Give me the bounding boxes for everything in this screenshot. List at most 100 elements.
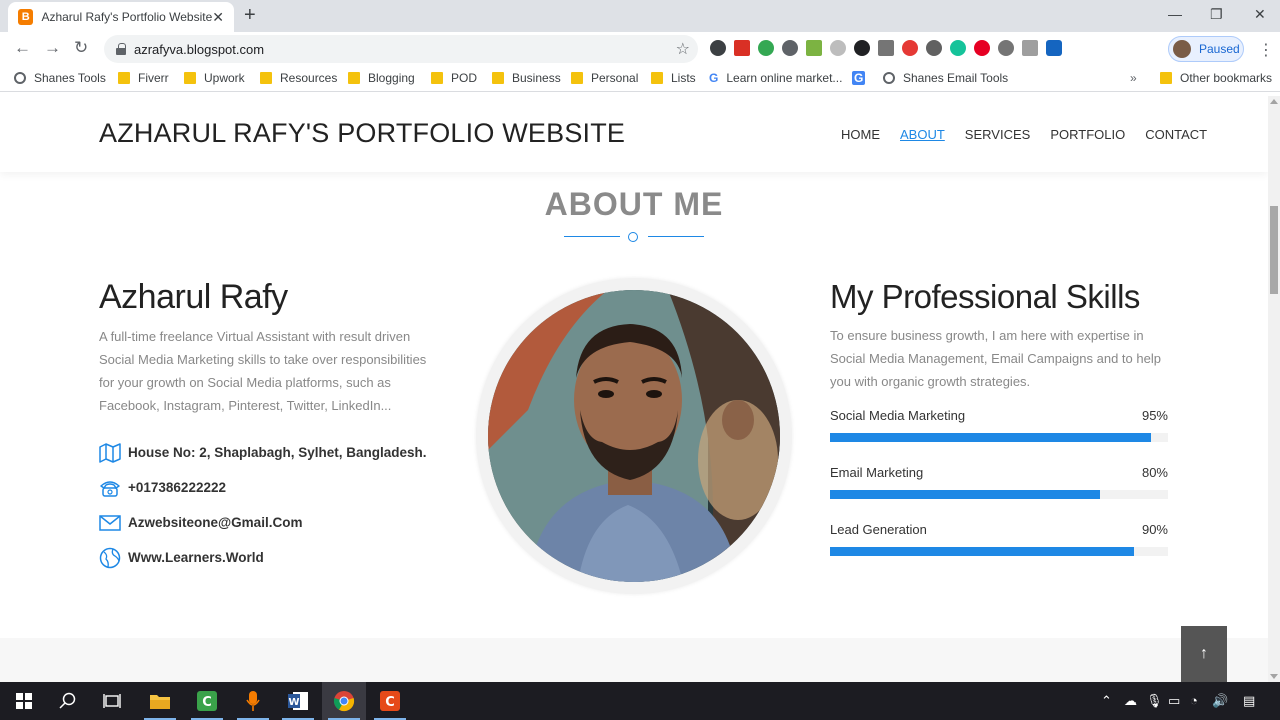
contact-address: House No: 2, Shaplabagh, Sylhet, Banglad… xyxy=(99,435,439,470)
tab-close-icon[interactable]: ✕ xyxy=(212,9,224,26)
extension-link-icon[interactable] xyxy=(710,40,726,56)
skill-name: Social Media Marketing xyxy=(830,408,966,423)
microphone-app-icon[interactable] xyxy=(231,682,275,720)
svg-text:C: C xyxy=(385,695,395,710)
contact-website[interactable]: Www.Learners.World xyxy=(99,540,439,575)
windows-start-button[interactable] xyxy=(2,682,46,720)
skill-progress-track xyxy=(830,547,1168,556)
notifications-icon[interactable]: ▤ xyxy=(1243,693,1255,709)
skills-column: My Professional Skills To ensure busines… xyxy=(830,278,1168,579)
globe-icon xyxy=(883,72,895,84)
about-column: Azharul Rafy A full-time freelance Virtu… xyxy=(99,278,439,575)
volume-icon[interactable]: 🔊 xyxy=(1212,693,1228,709)
phone-icon xyxy=(99,477,121,499)
skill-progress-bar xyxy=(830,547,1135,556)
chrome-icon[interactable] xyxy=(322,682,366,720)
bookmark-star-icon[interactable]: ☆ xyxy=(676,39,690,59)
nav-services[interactable]: SERVICES xyxy=(965,127,1031,142)
mail-icon xyxy=(99,512,121,534)
skill-progress-bar xyxy=(830,490,1101,499)
bookmark-fiverr[interactable]: Fiverr xyxy=(118,71,169,85)
browser-tab[interactable]: B Azharul Rafy's Portfolio Website ✕ xyxy=(8,2,234,32)
battery-icon[interactable]: ▭ xyxy=(1168,693,1180,709)
google-translate-icon: G xyxy=(852,71,866,85)
extension-gmail-icon[interactable] xyxy=(734,40,750,56)
address-bar[interactable]: azrafyva.blogspot.com ☆ xyxy=(104,35,698,63)
browser-tabstrip: B Azharul Rafy's Portfolio Website ✕ + —… xyxy=(0,0,1280,32)
contact-email[interactable]: Azwebsiteone@Gmail.Com xyxy=(99,505,439,540)
bookmark-business[interactable]: Business xyxy=(492,71,561,85)
extension-chain-icon[interactable] xyxy=(782,40,798,56)
person-name: Azharul Rafy xyxy=(99,278,288,316)
scroll-up-icon[interactable] xyxy=(1270,99,1278,104)
contact-list: House No: 2, Shaplabagh, Sylhet, Banglad… xyxy=(99,435,439,575)
microphone-tray-icon[interactable]: 🎙 xyxy=(1146,693,1163,709)
reload-button[interactable]: ↻ xyxy=(74,38,88,58)
extension-shield-icon[interactable] xyxy=(758,40,774,56)
bookmark-lists[interactable]: Lists xyxy=(651,71,696,85)
minimize-button[interactable]: — xyxy=(1168,6,1182,22)
camtasia-icon[interactable]: C xyxy=(185,682,229,720)
tray-overflow-icon[interactable]: ⌃ xyxy=(1101,693,1112,709)
site-nav: HOME ABOUT SERVICES PORTFOLIO CONTACT xyxy=(841,127,1207,142)
site-title[interactable]: AZHARUL RAFY'S PORTFOLIO WEBSITE xyxy=(99,118,625,149)
onedrive-icon[interactable]: ☁ xyxy=(1124,693,1137,709)
svg-text:W: W xyxy=(288,697,299,708)
bookmark-blogging[interactable]: Blogging xyxy=(348,71,415,85)
wifi-icon[interactable]: ◔ xyxy=(1190,693,1198,708)
restore-button[interactable]: ❐ xyxy=(1210,6,1223,23)
browser-menu-icon[interactable]: ⋮ xyxy=(1258,40,1274,60)
nav-home[interactable]: HOME xyxy=(841,127,880,142)
bookmark-personal[interactable]: Personal xyxy=(571,71,638,85)
search-icon[interactable] xyxy=(46,682,90,720)
bookmark-shanes-email-tools[interactable]: Shanes Email Tools xyxy=(883,71,1008,85)
folder-icon xyxy=(260,72,272,84)
extension-inbox-icon[interactable] xyxy=(806,40,822,56)
extension-history-icon[interactable] xyxy=(926,40,942,56)
scroll-thumb[interactable] xyxy=(1270,206,1278,294)
close-window-button[interactable]: ✕ xyxy=(1254,6,1266,23)
globe-icon xyxy=(99,547,121,569)
back-button[interactable]: ← xyxy=(14,38,31,58)
page-scrollbar[interactable] xyxy=(1268,96,1280,682)
skills-description: To ensure business growth, I am here wit… xyxy=(830,328,1161,389)
extension-grammarly-icon[interactable] xyxy=(950,40,966,56)
skill-item: Social Media Marketing 95% xyxy=(830,408,1168,465)
extension-arrow-icon[interactable] xyxy=(854,40,870,56)
word-icon[interactable]: W xyxy=(276,682,320,720)
extension-grey-icon[interactable] xyxy=(830,40,846,56)
bookmark-pod[interactable]: POD xyxy=(431,71,477,85)
extension-blue-icon[interactable] xyxy=(1046,40,1062,56)
bookmark-shanes-tools[interactable]: Shanes Tools xyxy=(14,71,106,85)
nav-portfolio[interactable]: PORTFOLIO xyxy=(1050,127,1125,142)
profile-avatar xyxy=(1173,40,1191,58)
extension-red-icon[interactable] xyxy=(902,40,918,56)
extension-pinterest-icon[interactable] xyxy=(974,40,990,56)
extension-window-icon[interactable] xyxy=(1022,40,1038,56)
windows-taskbar: C W C ⌃ ☁ 🎙 ▭ ◔ 🔊 ▤ xyxy=(0,682,1280,720)
browser-toolbar: ← → ↻ azrafyva.blogspot.com ☆ Paused ⋮ xyxy=(0,32,1280,66)
section-title: ABOUT ME xyxy=(544,186,724,222)
bookmarks-overflow-icon[interactable]: » xyxy=(1130,71,1137,85)
bookmark-learn-online[interactable]: G Learn online market... xyxy=(709,71,842,85)
nav-contact[interactable]: CONTACT xyxy=(1145,127,1207,142)
scroll-down-icon[interactable] xyxy=(1270,674,1278,679)
extension-box-icon[interactable] xyxy=(878,40,894,56)
profile-button[interactable]: Paused xyxy=(1168,36,1244,62)
bookmark-resources[interactable]: Resources xyxy=(260,71,337,85)
task-view-icon[interactable] xyxy=(90,682,134,720)
globe-icon xyxy=(14,72,26,84)
nav-about[interactable]: ABOUT xyxy=(900,127,945,142)
file-explorer-icon[interactable] xyxy=(138,682,182,720)
new-tab-button[interactable]: + xyxy=(244,4,256,27)
folder-icon xyxy=(651,72,663,84)
bookmark-upwork[interactable]: Upwork xyxy=(184,71,245,85)
skill-progress-track xyxy=(830,490,1168,499)
section-divider xyxy=(564,232,704,242)
camtasia-recorder-icon[interactable]: C xyxy=(368,682,412,720)
back-to-top-button[interactable]: ↑ xyxy=(1181,626,1227,682)
bookmark-translate[interactable]: G xyxy=(852,71,873,85)
extension-puzzle-icon[interactable] xyxy=(998,40,1014,56)
forward-button[interactable]: → xyxy=(44,38,61,58)
bookmark-other[interactable]: Other bookmarks xyxy=(1160,71,1272,85)
